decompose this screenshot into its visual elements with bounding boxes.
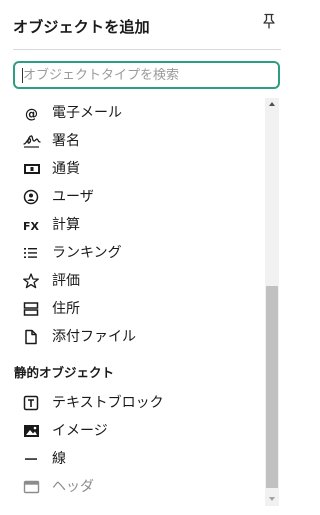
scroll-down-arrow-icon[interactable]	[265, 492, 279, 506]
list-item-label: 住所	[52, 301, 80, 317]
list-item-label: 電子メール	[52, 105, 122, 121]
signature-icon	[23, 133, 41, 149]
section-header-static-objects: 静的オブジェクト	[14, 365, 115, 380]
list-item-label: 添付ファイル	[52, 329, 136, 345]
list-item-label: 計算	[52, 217, 80, 233]
list-item-label: ヘッダ	[52, 479, 94, 495]
star-icon	[23, 273, 41, 289]
list-item-calculation[interactable]: FX 計算	[0, 212, 264, 238]
pin-icon[interactable]	[262, 13, 276, 29]
header-divider	[13, 49, 281, 50]
add-object-panel: オブジェクトを追加 @ 電子メール 署名	[0, 0, 293, 515]
line-icon	[23, 451, 41, 467]
fx-icon: FX	[23, 217, 41, 233]
list-item-label: イメージ	[52, 423, 108, 439]
list-item-header: ヘッダ	[0, 474, 264, 500]
list-item-line[interactable]: 線	[0, 446, 264, 472]
list-item-text-block[interactable]: テキストブロック	[0, 390, 264, 416]
list-item-attachment[interactable]: 添付ファイル	[0, 324, 264, 350]
search-input[interactable]	[15, 63, 278, 87]
list-item-label: ランキング	[52, 245, 122, 261]
address-icon	[23, 301, 41, 317]
list-item-label: 通貨	[52, 161, 80, 177]
panel-header: オブジェクトを追加	[0, 0, 293, 50]
list-item-currency[interactable]: 通貨	[0, 156, 264, 182]
list-item-label: 署名	[52, 133, 80, 149]
header-icon	[23, 479, 41, 495]
list-item-label: テキストブロック	[52, 395, 164, 411]
user-icon	[23, 189, 41, 205]
list-item-address[interactable]: 住所	[0, 296, 264, 322]
list-scrollbar[interactable]	[265, 98, 279, 506]
text-block-icon	[23, 395, 41, 411]
object-type-list: @ 電子メール 署名 通貨 ユーザ FX 計算 ランキング 評価 住所 添付ファ…	[0, 98, 264, 506]
list-item-email[interactable]: @ 電子メール	[0, 100, 264, 126]
ranked-list-icon	[23, 245, 41, 261]
search-field[interactable]	[13, 61, 280, 89]
list-item-user[interactable]: ユーザ	[0, 184, 264, 210]
panel-title: オブジェクトを追加	[13, 18, 150, 36]
image-icon	[23, 423, 41, 439]
text-cursor	[22, 68, 23, 83]
svg-text:@: @	[25, 107, 38, 121]
file-icon	[23, 329, 41, 345]
list-item-rating[interactable]: 評価	[0, 268, 264, 294]
list-item-signature[interactable]: 署名	[0, 128, 264, 154]
scroll-up-arrow-icon[interactable]	[265, 98, 279, 112]
scrollbar-thumb[interactable]	[266, 286, 278, 488]
list-item-ranking[interactable]: ランキング	[0, 240, 264, 266]
list-item-label: 評価	[52, 273, 80, 289]
at-icon: @	[23, 105, 41, 121]
svg-text:FX: FX	[23, 220, 40, 233]
list-item-image[interactable]: イメージ	[0, 418, 264, 444]
list-item-label: ユーザ	[52, 189, 94, 205]
currency-icon	[23, 161, 41, 177]
list-item-label: 線	[52, 451, 66, 467]
